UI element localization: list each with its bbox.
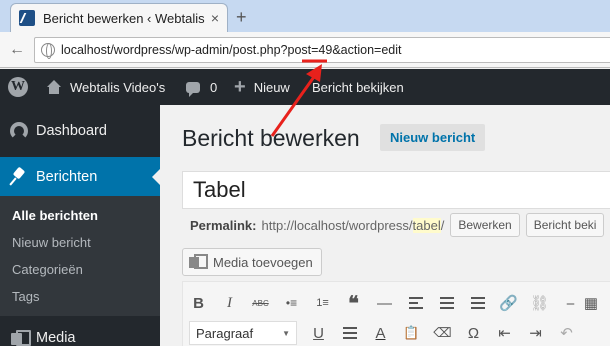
align-right-icon [470, 297, 485, 309]
submenu-categories[interactable]: Categorieën [0, 256, 160, 283]
site-name-link[interactable]: Webtalis Video's [46, 69, 165, 105]
permalink-end: / [440, 217, 445, 233]
toolbar-row-1: B I ABC •≡ 1≡ ❝ — 🔗 ⛓ ⎯ ▦ [183, 288, 598, 318]
site-favicon-icon [19, 10, 35, 26]
menu-media[interactable]: Media [0, 318, 160, 346]
comments-count: 0 [210, 79, 218, 95]
blockquote-button[interactable]: ❝ [338, 290, 369, 316]
underline-button[interactable]: U [303, 320, 334, 346]
wordpress-logo-icon: W [8, 77, 28, 97]
posts-submenu: Alle berichten Nieuw bericht Categorieën… [0, 196, 160, 316]
admin-sidebar: Dashboard Berichten Alle berichten Nieuw… [0, 105, 160, 346]
post-title-input[interactable]: Tabel [182, 171, 610, 209]
italic-button[interactable]: I [214, 290, 245, 316]
clear-formatting-button[interactable]: ⌫ [427, 320, 458, 346]
add-media-button[interactable]: Media toevoegen [182, 248, 322, 276]
address-bar[interactable]: localhost/wordpress/wp-admin/post.php?po… [34, 37, 610, 63]
comments-link[interactable]: 0 [186, 69, 217, 105]
new-tab-button[interactable]: + [236, 7, 247, 28]
tab-close-icon[interactable]: × [211, 10, 219, 26]
align-right-button[interactable] [462, 290, 493, 316]
insert-link-button[interactable]: 🔗 [493, 290, 524, 316]
indent-button[interactable]: ⇥ [520, 320, 551, 346]
format-select[interactable]: Paragraaf ▼ [189, 321, 297, 345]
site-name: Webtalis Video's [70, 79, 166, 95]
bulleted-list-button[interactable]: •≡ [276, 290, 307, 316]
strikethrough-button[interactable]: ABC [245, 290, 276, 316]
menu-posts-label: Berichten [36, 169, 98, 185]
globe-icon [41, 43, 55, 59]
numbered-list-button[interactable]: 1≡ [307, 290, 338, 316]
menu-dashboard-label: Dashboard [36, 123, 107, 139]
dashboard-gauge-icon [10, 122, 28, 140]
browser-tab[interactable]: Bericht bewerken ‹ Webtalis Vi… × [10, 3, 228, 32]
read-more-button[interactable]: ⎯ [555, 290, 586, 316]
align-left-icon [408, 297, 423, 309]
permalink-slug[interactable]: tabel [412, 217, 441, 233]
align-center-button[interactable] [431, 290, 462, 316]
menu-dashboard[interactable]: Dashboard [0, 111, 160, 151]
new-label: Nieuw [253, 79, 290, 95]
edit-permalink-button[interactable]: Bewerken [450, 213, 520, 237]
bold-button[interactable]: B [183, 290, 214, 316]
undo-button[interactable]: ↶ [551, 320, 582, 346]
wp-logo-button[interactable]: W [8, 69, 28, 105]
align-center-icon [439, 297, 454, 309]
browser-tabstrip: Bericht bewerken ‹ Webtalis Vi… × + [0, 0, 610, 32]
add-media-label: Media toevoegen [213, 254, 313, 270]
toolbar-toggle-button[interactable]: ▦ [584, 290, 598, 316]
special-character-button[interactable]: Ω [458, 320, 489, 346]
permalink-base[interactable]: http://localhost/wordpress/ [261, 218, 412, 233]
text-color-button[interactable]: A [365, 320, 396, 346]
paste-text-button[interactable]: 📋 [396, 320, 427, 346]
pushpin-icon [10, 168, 28, 186]
media-icon [10, 329, 31, 346]
plus-icon: + [234, 76, 246, 98]
new-content-link[interactable]: + Nieuw [234, 69, 290, 105]
view-post-button[interactable]: Bericht beki [525, 213, 605, 237]
menu-media-label: Media [36, 330, 76, 346]
page-title: Bericht bewerken [182, 125, 360, 151]
menu-posts[interactable]: Berichten [0, 157, 160, 197]
main-content: Bericht bewerken Nieuw bericht Tabel Per… [160, 105, 610, 346]
comment-bubble-icon [186, 81, 200, 97]
submenu-all-posts[interactable]: Alle berichten [0, 202, 160, 229]
justify-icon [342, 327, 357, 339]
submenu-tags[interactable]: Tags [0, 283, 160, 310]
align-left-button[interactable] [400, 290, 431, 316]
format-select-value: Paragraaf [196, 325, 254, 341]
add-media-icon [189, 254, 208, 270]
toolbar-row-2: Paragraaf ▼ U A 📋 ⌫ Ω ⇤ ⇥ ↶ [183, 318, 582, 346]
submenu-new-post[interactable]: Nieuw bericht [0, 229, 160, 256]
outdent-button[interactable]: ⇤ [489, 320, 520, 346]
add-new-post-button[interactable]: Nieuw bericht [380, 124, 486, 151]
remove-link-button[interactable]: ⛓ [524, 290, 555, 316]
tab-title: Bericht bewerken ‹ Webtalis Vi… [43, 10, 205, 26]
browser-toolbar: ← localhost/wordpress/wp-admin/post.php?… [0, 32, 610, 68]
wp-admin-bar: W Webtalis Video's 0 + Nieuw Bericht bek… [0, 69, 610, 105]
home-icon [46, 80, 62, 94]
permalink-label: Permalink: [190, 217, 257, 233]
chevron-down-icon: ▼ [282, 328, 290, 338]
permalink-row: Permalink: http://localhost/wordpress/ta… [190, 213, 605, 237]
horizontal-line-button[interactable]: — [369, 290, 400, 316]
back-arrow-icon[interactable]: ← [6, 39, 28, 61]
url-text[interactable]: localhost/wordpress/wp-admin/post.php?po… [61, 43, 402, 57]
view-post-link[interactable]: Bericht bekijken [312, 69, 404, 105]
justify-button[interactable] [334, 320, 365, 346]
editor-toolbar: B I ABC •≡ 1≡ ❝ — 🔗 ⛓ ⎯ ▦ Paragraaf ▼ U … [182, 281, 610, 346]
